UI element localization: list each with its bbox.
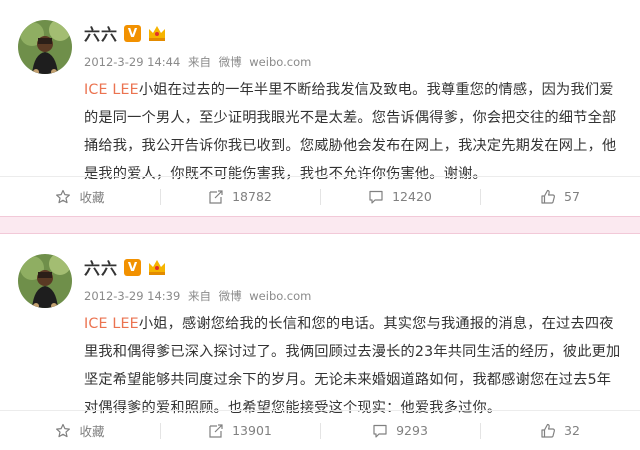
action-bar: 收藏 13901 9293 32 (0, 410, 640, 450)
comment-count: 12420 (392, 189, 432, 204)
weibo-post: 六六 V 2012-3-29 14:39 来自 微博 weibo.com ICE… (0, 234, 640, 450)
weibo-post: 六六 V 2012-3-29 14:44 来自 微博 weibo.com ICE… (0, 0, 640, 216)
post-text: ICE LEE小姐在过去的一年半里不断给我发信及致电。我尊重您的情感，因为我们爱… (84, 76, 624, 188)
thumbs-up-icon (541, 189, 556, 204)
post-body: 小姐在过去的一年半里不断给我发信及致电。我尊重您的情感，因为我们爱的是同一个男人… (84, 82, 617, 182)
post-divider (0, 216, 640, 234)
like-button[interactable]: 57 (480, 177, 640, 216)
avatar[interactable] (18, 254, 72, 308)
timestamp[interactable]: 2012-3-29 14:44 (84, 55, 180, 69)
favorite-button[interactable]: 收藏 (0, 177, 160, 216)
crown-badge-icon (147, 258, 167, 276)
repost-count: 13901 (232, 423, 272, 438)
comment-button[interactable]: 9293 (320, 411, 480, 450)
verified-icon: V (124, 258, 142, 276)
repost-count: 18782 (232, 189, 272, 204)
username[interactable]: 六六 (84, 255, 118, 279)
comment-button[interactable]: 12420 (320, 177, 480, 216)
like-count: 32 (564, 423, 580, 438)
comment-count: 9293 (396, 423, 428, 438)
post-meta: 2012-3-29 14:44 来自 微博 weibo.com (84, 54, 315, 70)
repost-icon (209, 189, 223, 204)
via-label: 来自 (187, 55, 211, 69)
timestamp[interactable]: 2012-3-29 14:39 (84, 289, 180, 303)
post-body: 小姐，感谢您给我的长信和您的电话。其实您与我通报的消息，在过去四夜里我和偶得爹已… (84, 316, 621, 416)
like-button[interactable]: 32 (480, 411, 640, 450)
source-label[interactable]: 微博 (219, 55, 242, 69)
source-url[interactable]: weibo.com (249, 55, 311, 69)
favorite-label: 收藏 (79, 190, 105, 205)
post-text: ICE LEE小姐，感谢您给我的长信和您的电话。其实您与我通报的消息，在过去四夜… (84, 310, 624, 422)
source-label[interactable]: 微博 (219, 289, 242, 303)
star-icon (56, 423, 71, 437)
post-meta: 2012-3-29 14:39 来自 微博 weibo.com (84, 288, 315, 304)
avatar[interactable] (18, 20, 72, 74)
repost-icon (209, 423, 223, 438)
via-label: 来自 (187, 289, 211, 303)
comment-icon (369, 190, 383, 204)
avatar-photo (18, 20, 72, 74)
repost-button[interactable]: 18782 (160, 177, 320, 216)
mention-link[interactable]: ICE LEE (84, 316, 139, 332)
favorite-label: 收藏 (79, 424, 105, 439)
star-icon (56, 189, 71, 203)
verified-icon: V (124, 24, 142, 42)
mention-link[interactable]: ICE LEE (84, 82, 139, 98)
action-bar: 收藏 18782 12420 57 (0, 176, 640, 216)
username[interactable]: 六六 (84, 21, 118, 45)
repost-button[interactable]: 13901 (160, 411, 320, 450)
source-url[interactable]: weibo.com (249, 289, 311, 303)
like-count: 57 (564, 189, 580, 204)
avatar-photo (18, 254, 72, 308)
favorite-button[interactable]: 收藏 (0, 411, 160, 450)
thumbs-up-icon (541, 423, 556, 438)
name-row: 六六 V (84, 256, 167, 278)
name-row: 六六 V (84, 22, 167, 44)
comment-icon (373, 424, 387, 438)
crown-badge-icon (147, 24, 167, 42)
